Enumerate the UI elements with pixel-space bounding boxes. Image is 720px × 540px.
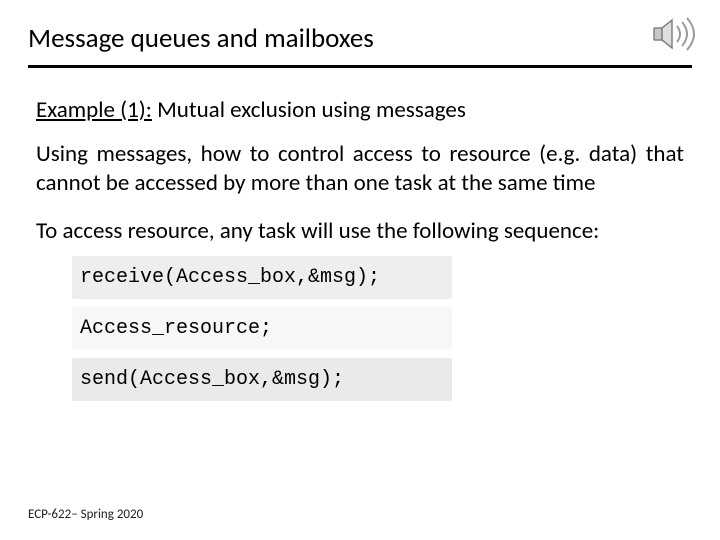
code-line-1: receive(Access_box,&msg); [72,256,452,299]
example-heading: Example (1): Mutual exclusion using mess… [36,96,684,124]
slide-footer: ECP-622– Spring 2020 [28,507,143,522]
body-paragraph-1: Using messages, how to control access to… [36,140,684,199]
code-line-2: Access_resource; [72,307,452,350]
example-heading-text: Mutual exclusion using messages [152,96,466,124]
title-divider [28,65,692,68]
example-label: Example (1): [36,96,152,124]
slide-title: Message queues and mailboxes [28,22,374,63]
code-block: receive(Access_box,&msg); Access_resourc… [72,256,452,401]
body-paragraph-2: To access resource, any task will use th… [36,217,684,246]
presentation-slide: Message queues and mailboxes Example (1)… [0,0,720,540]
audio-speaker-icon[interactable] [650,14,702,59]
code-line-3: send(Access_box,&msg); [72,358,452,401]
